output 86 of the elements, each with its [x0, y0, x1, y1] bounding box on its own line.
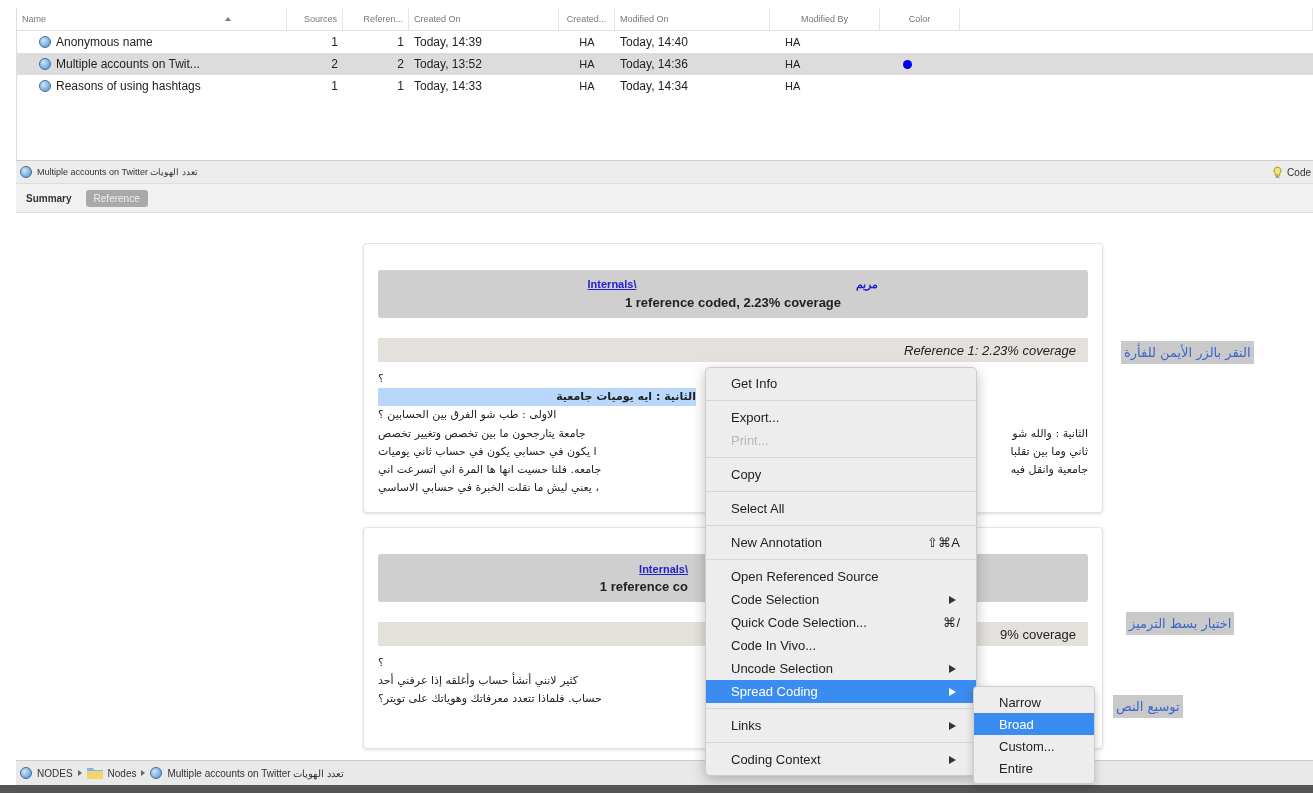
node-name: Reasons of using hashtags	[56, 79, 201, 93]
menu-item[interactable]: Get Info	[706, 372, 976, 395]
table-cell: Today, 14:36	[620, 57, 688, 71]
view-tab[interactable]: Summary	[26, 192, 72, 204]
node-icon	[150, 767, 163, 779]
column-header[interactable]: Created On	[414, 14, 553, 24]
text-line: الثانية : والله شو	[1012, 426, 1088, 440]
table-row[interactable]: Reasons of using hashtags 1 1 Today, 14:33 HA Today, 14:34 HA	[17, 75, 1313, 97]
menu-item[interactable]: Select All	[706, 497, 976, 520]
table-cell: 2	[331, 57, 338, 71]
table-cell: Today, 14:40	[620, 35, 688, 49]
column-header[interactable]: Sources	[292, 14, 337, 24]
column-header[interactable]: Name	[22, 14, 281, 24]
table-cell: Today, 13:52	[414, 57, 482, 71]
menu-item[interactable]: New Annotation ⇧⌘A	[706, 531, 976, 554]
column-header[interactable]: Color	[885, 14, 954, 24]
text-line: جامعه. فلنا حسيت انها ها المرة اني اتسرعت اني	[378, 462, 602, 476]
text-line: ؟	[378, 655, 384, 671]
callout-label: توسيع النص	[1113, 695, 1183, 718]
breadcrumb-item[interactable]: Multiple accounts on Twitter تعدد الهويات	[167, 767, 345, 779]
menu-item[interactable]: Open Referenced Source	[706, 565, 976, 588]
text-line: جامعة يتارجحون ما بين تخصص وتغيير تخصص	[378, 426, 586, 440]
menu-item[interactable]: Export...	[706, 406, 976, 429]
table-cell: HA	[579, 36, 595, 48]
table-cell: HA	[785, 80, 801, 92]
table-cell: Today, 14:34	[620, 79, 688, 93]
column-header[interactable]: Referen...	[348, 14, 403, 24]
table-cell: 2	[397, 57, 404, 71]
text-line: الاولى : طب شو الفرق بين الحسابين ؟	[378, 407, 557, 423]
node-icon	[39, 58, 51, 70]
table-cell: HA	[579, 58, 595, 70]
callout-label: النقر بالزر الأيمن للفأرة	[1121, 341, 1254, 364]
reference-label: 9% coverage	[1000, 626, 1076, 642]
menu-item[interactable]: Links	[706, 714, 976, 737]
text-line: ثاني وما بين تقلبا	[1010, 444, 1088, 458]
node-name: Multiple accounts on Twit...	[56, 57, 200, 71]
menu-item[interactable]: Code In Vivo...	[706, 634, 976, 657]
table-cell: HA	[785, 36, 801, 48]
menu-item[interactable]: Uncode Selection	[706, 657, 976, 680]
source-link[interactable]: Internals\	[639, 562, 688, 575]
node-icon	[39, 36, 51, 48]
source-link[interactable]: Internals\	[587, 278, 637, 291]
reference-label: Reference 1: 2.23% coverage	[904, 342, 1076, 358]
text-line: جامعية وانقل فيه	[1010, 462, 1088, 476]
coverage-summary: 1 reference co	[599, 578, 688, 594]
table-row[interactable]: Multiple accounts on Twit... 2 2 Today, 13:52 HA Today, 14:36 HA	[17, 53, 1313, 75]
coverage-summary: 1 reference coded, 2.23% coverage	[624, 295, 842, 310]
column-header[interactable]: Modified By	[775, 14, 874, 24]
menu-item[interactable]: Quick Code Selection... ⌘/	[706, 611, 976, 634]
table-row[interactable]: Anonymous name 1 1 Today, 14:39 HA Today, 14:40 HA	[17, 31, 1313, 53]
text-line: ، يعني ليش ما نقلت الخبرة في حسابي الاساسي	[378, 480, 599, 494]
owner-name: مريم	[856, 278, 879, 291]
column-header[interactable]: Modified On	[620, 14, 764, 24]
menu-item[interactable]: Code Selection	[706, 588, 976, 611]
table-cell: 1	[397, 35, 404, 49]
chevron-icon	[141, 770, 146, 776]
menu-item[interactable]: Narrow	[974, 691, 1094, 713]
chevron-icon	[77, 770, 82, 776]
menu-item[interactable]: Copy	[706, 463, 976, 486]
node-name: Anonymous name	[56, 35, 153, 49]
sort-caret-icon	[225, 17, 231, 21]
node-icon	[39, 80, 51, 92]
callout-label: اختيار بسط الترميز	[1126, 612, 1235, 635]
node-icon	[20, 767, 32, 779]
column-header[interactable]: Created...	[564, 14, 609, 24]
text-line: ا يكون في حسابي يكون في حساب ثاني يوميات	[378, 444, 597, 458]
code-button[interactable]: Code	[1287, 166, 1313, 178]
breadcrumb-item[interactable]: Nodes	[107, 767, 137, 779]
menu-item[interactable]: Custom...	[974, 735, 1094, 757]
table-cell: HA	[579, 80, 595, 92]
table-cell: 1	[331, 35, 338, 49]
folder-icon	[86, 767, 103, 779]
lightbulb-icon	[1273, 165, 1283, 179]
table-cell: 1	[331, 79, 338, 93]
table-cell: Today, 14:33	[414, 79, 482, 93]
breadcrumb-item[interactable]: NODES	[37, 767, 73, 779]
text-line: ؟	[378, 371, 384, 387]
table-cell: 1	[397, 79, 404, 93]
text-line: حساب. فلماذا تتعدد معرفاتك وهوياتك على تويتر؟	[378, 691, 602, 707]
node-icon	[20, 166, 32, 178]
menu-item[interactable]: Entire	[974, 757, 1094, 779]
text-line: كثير لانني أنشأ حساب وأغلقه إذا عرفني أحد	[378, 672, 579, 689]
table-cell: HA	[785, 58, 801, 70]
menu-item[interactable]: Coding Context	[706, 748, 976, 771]
node-title: Multiple accounts on Twitter تعدد الهويات	[37, 167, 198, 177]
table-cell: Today, 14:39	[414, 35, 482, 49]
